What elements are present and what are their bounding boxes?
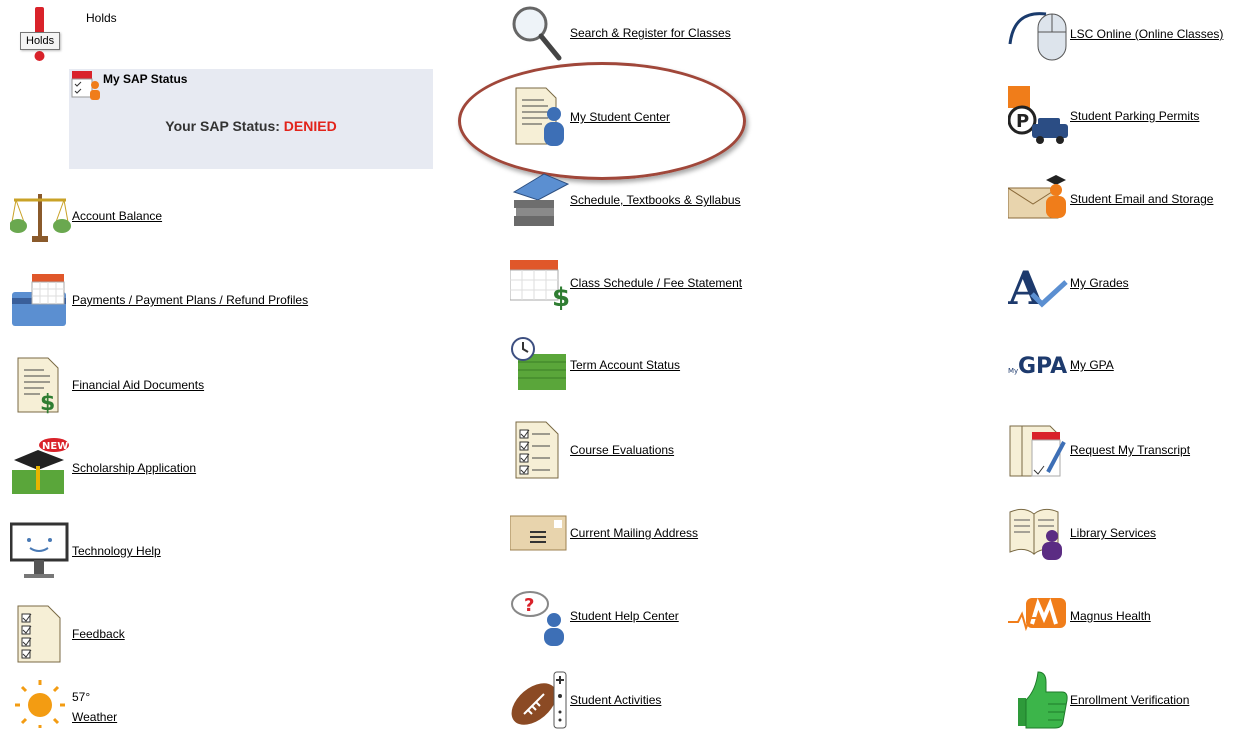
transcript-link[interactable]: Request My Transcript (1070, 443, 1190, 457)
holds-label: Holds (86, 11, 117, 25)
schedule-textbooks-item[interactable]: Schedule, Textbooks & Syllabus (510, 170, 741, 230)
svg-text:?: ? (524, 595, 534, 616)
lsc-online-item[interactable]: LSC Online (Online Classes) (1008, 4, 1223, 64)
financial-aid-link[interactable]: Financial Aid Documents (72, 378, 204, 392)
activities-item[interactable]: Student Activities (510, 670, 661, 730)
weather-temperature: 57° (72, 690, 91, 704)
svg-text:GPA: GPA (1018, 354, 1067, 379)
envelope-graduate-icon (1008, 170, 1070, 228)
sun-icon (10, 678, 72, 728)
term-account-item[interactable]: Term Account Status (510, 336, 680, 394)
feedback-item[interactable]: Feedback (10, 604, 125, 664)
feedback-link[interactable]: Feedback (72, 627, 125, 641)
sap-heading: My SAP Status (103, 72, 188, 86)
magnus-health-item[interactable]: Magnus Health (1008, 588, 1151, 644)
svg-text:$: $ (40, 391, 55, 414)
transcript-pen-icon (1008, 420, 1070, 480)
grade-a-check-icon: A (1008, 254, 1070, 312)
mailing-address-item[interactable]: Current Mailing Address (510, 506, 698, 560)
svg-text:My: My (1008, 367, 1018, 375)
monitor-smiley-icon (10, 520, 72, 582)
scholarship-link[interactable]: Scholarship Application (72, 461, 196, 475)
graduation-cap-money-icon: NEW (10, 438, 72, 498)
new-badge: NEW (42, 441, 68, 452)
library-item[interactable]: Library Services (1008, 504, 1156, 562)
class-schedule-link[interactable]: Class Schedule / Fee Statement (570, 276, 742, 290)
parking-car-icon: P (1008, 86, 1070, 146)
sap-status-text: Your SAP Status: DENIED (165, 118, 337, 134)
svg-text:P: P (1016, 111, 1029, 132)
sap-calendar-icon (71, 69, 103, 104)
holds-tooltip: Holds (20, 32, 61, 50)
search-register-link[interactable]: Search & Register for Classes (570, 26, 731, 40)
thumbs-up-icon (1008, 670, 1070, 730)
schedule-textbooks-link[interactable]: Schedule, Textbooks & Syllabus (570, 193, 741, 207)
credit-card-calendar-icon (10, 272, 72, 328)
computer-mouse-icon (1008, 4, 1070, 64)
parking-item[interactable]: P Student Parking Permits (1008, 86, 1199, 146)
clock-money-icon (510, 336, 570, 394)
lsc-online-link[interactable]: LSC Online (Online Classes) (1070, 27, 1223, 41)
my-grades-link[interactable]: My Grades (1070, 276, 1129, 290)
books-icon (510, 170, 570, 230)
magnus-m-logo (1008, 588, 1070, 644)
financial-aid-item[interactable]: $ Financial Aid Documents (10, 356, 204, 414)
class-schedule-item[interactable]: $ Class Schedule / Fee Statement (510, 254, 742, 312)
student-center-item[interactable]: My Student Center (510, 86, 670, 148)
activities-link[interactable]: Student Activities (570, 693, 661, 707)
account-balance-item[interactable]: Account Balance (10, 188, 162, 244)
sap-status-panel: My SAP Status Your SAP Status: DENIED (69, 69, 433, 169)
sap-status-value: DENIED (283, 118, 337, 134)
svg-text:$: $ (552, 283, 570, 312)
search-register-item[interactable]: Search & Register for Classes (510, 4, 731, 62)
gpa-logo: My GPA (1008, 336, 1070, 394)
checklist-icon (510, 420, 570, 480)
weather-link[interactable]: Weather (72, 710, 117, 724)
help-center-link[interactable]: Student Help Center (570, 609, 679, 623)
help-center-item[interactable]: ? Student Help Center (510, 586, 679, 646)
magnus-health-link[interactable]: Magnus Health (1070, 609, 1151, 623)
course-evaluations-link[interactable]: Course Evaluations (570, 443, 674, 457)
email-storage-link[interactable]: Student Email and Storage (1070, 192, 1213, 206)
technology-help-item[interactable]: Technology Help (10, 520, 161, 582)
book-person-icon (1008, 504, 1070, 562)
scales-icon (10, 188, 72, 244)
transcript-item[interactable]: Request My Transcript (1008, 420, 1190, 480)
my-grades-item[interactable]: A My Grades (1008, 254, 1129, 312)
my-gpa-item[interactable]: My GPA My GPA (1008, 336, 1114, 394)
library-link[interactable]: Library Services (1070, 526, 1156, 540)
mailbox-icon (510, 506, 570, 560)
technology-help-link[interactable]: Technology Help (72, 544, 161, 558)
checklist-icon (10, 604, 72, 664)
payments-link[interactable]: Payments / Payment Plans / Refund Profil… (72, 293, 308, 307)
scholarship-item[interactable]: NEW Scholarship Application (10, 438, 196, 498)
enrollment-link[interactable]: Enrollment Verification (1070, 693, 1189, 707)
student-center-link[interactable]: My Student Center (570, 110, 670, 124)
magnifier-icon (510, 4, 570, 62)
calendar-dollar-icon: $ (510, 254, 570, 312)
football-remote-icon (510, 670, 570, 730)
enrollment-item[interactable]: Enrollment Verification (1008, 670, 1189, 730)
term-account-link[interactable]: Term Account Status (570, 358, 680, 372)
question-person-icon: ? (510, 586, 570, 646)
mailing-address-link[interactable]: Current Mailing Address (570, 526, 698, 540)
parking-link[interactable]: Student Parking Permits (1070, 109, 1199, 123)
document-dollar-icon: $ (10, 356, 72, 414)
account-balance-link[interactable]: Account Balance (72, 209, 162, 223)
course-evaluations-item[interactable]: Course Evaluations (510, 420, 674, 480)
document-person-icon (510, 86, 570, 148)
my-gpa-link[interactable]: My GPA (1070, 358, 1114, 372)
payments-item[interactable]: Payments / Payment Plans / Refund Profil… (10, 272, 308, 328)
weather-item[interactable]: Weather (10, 678, 117, 728)
email-storage-item[interactable]: Student Email and Storage (1008, 170, 1213, 228)
